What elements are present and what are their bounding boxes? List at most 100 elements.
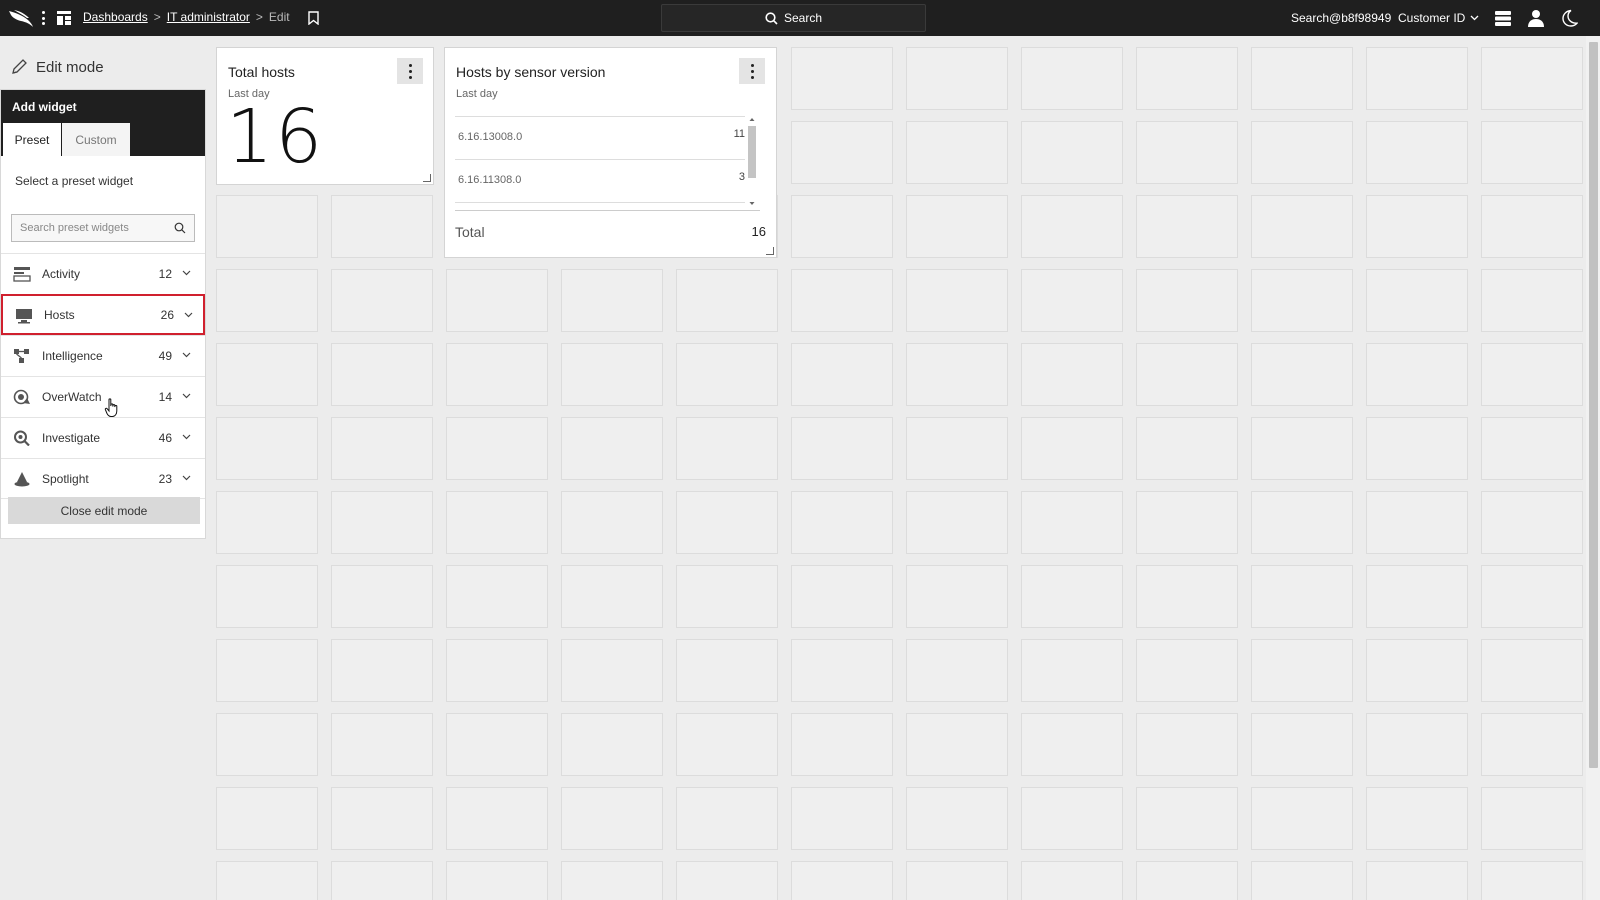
page-scrollbar[interactable]: [1586, 36, 1600, 900]
grid-placeholder-cell: [331, 565, 433, 628]
grid-placeholder-cell: [216, 565, 318, 628]
grid-placeholder-cell: [216, 343, 318, 406]
servers-icon[interactable]: [1494, 9, 1512, 27]
grid-placeholder-cell: [1251, 713, 1353, 776]
grid-placeholder-cell: [676, 787, 778, 850]
grid-placeholder-cell: [216, 639, 318, 702]
grid-placeholder-cell: [1366, 195, 1468, 258]
grid-placeholder-cell: [906, 861, 1008, 900]
add-widget-title: Add widget: [12, 100, 77, 114]
grid-placeholder-cell: [561, 787, 663, 850]
resize-handle[interactable]: [423, 174, 431, 182]
chevron-down-icon: [184, 312, 193, 318]
table-row[interactable]: 6.16.13008.0 11: [455, 117, 745, 160]
category-count: 23: [158, 471, 172, 486]
moon-icon[interactable]: [1560, 9, 1578, 27]
sensor-version: 6.16.11308.0: [458, 174, 522, 186]
sensor-version: 6.16.13008.0: [458, 131, 523, 143]
category-label: OverWatch: [42, 390, 102, 404]
grid-placeholder-cell: [561, 639, 663, 702]
grid-placeholder-cell: [791, 639, 893, 702]
category-count: 12: [158, 267, 172, 281]
grid-placeholder-cell: [791, 195, 893, 258]
grid-placeholder-cell: [1136, 417, 1238, 480]
preset-category-list: Activity 12 Hosts 26 Intelligence 49 Ove…: [1, 253, 205, 499]
preset-search-input[interactable]: Search preset widgets: [11, 214, 195, 242]
grid-placeholder-cell: [446, 417, 548, 480]
grid-placeholder-cell: [331, 343, 433, 406]
tab-custom[interactable]: Custom: [62, 123, 130, 156]
breadcrumb-separator: >: [153, 10, 161, 24]
grid-placeholder-cell: [791, 343, 893, 406]
category-label: Intelligence: [42, 349, 103, 363]
menu-dots-icon[interactable]: [40, 9, 46, 27]
grid-placeholder-cell: [791, 565, 893, 628]
grid-placeholder-cell: [1251, 491, 1353, 554]
grid-placeholder-cell: [1136, 195, 1238, 258]
grid-placeholder-cell: [1251, 565, 1353, 628]
grid-placeholder-cell: [331, 639, 433, 702]
grid-placeholder-cell: [1251, 269, 1353, 332]
category-spotlight[interactable]: Spotlight 23: [1, 458, 205, 499]
category-label: Hosts: [44, 307, 75, 322]
dashboard-grid-icon[interactable]: [57, 11, 71, 25]
table-row[interactable]: 6.16.11308.0 3: [455, 160, 745, 203]
table-scrollbar[interactable]: [747, 116, 757, 208]
widget-menu-icon[interactable]: [739, 58, 765, 84]
grid-placeholder-cell: [906, 195, 1008, 258]
activity-icon: [13, 267, 31, 282]
grid-placeholder-cell: [1481, 861, 1583, 900]
widget-menu-icon[interactable]: [397, 58, 423, 84]
select-preset-label: Select a preset widget: [15, 174, 134, 188]
grid-placeholder-cell: [331, 195, 433, 258]
tab-preset[interactable]: Preset: [3, 123, 61, 156]
grid-placeholder-cell: [906, 713, 1008, 776]
grid-placeholder-cell: [1251, 417, 1353, 480]
add-widget-panel: Add widget Preset Custom Select a preset…: [0, 89, 206, 539]
customer-id-label: Customer ID: [1398, 11, 1466, 25]
chevron-down-icon: [182, 393, 191, 399]
widget-title: Hosts by sensor version: [456, 64, 606, 80]
grid-placeholder-cell: [906, 787, 1008, 850]
resize-handle[interactable]: [766, 247, 774, 255]
customer-id-dropdown[interactable]: Customer ID: [1398, 11, 1479, 25]
grid-placeholder-cell: [1021, 713, 1123, 776]
grid-placeholder-cell: [1021, 565, 1123, 628]
grid-placeholder-cell: [1136, 639, 1238, 702]
user-icon[interactable]: [1527, 9, 1545, 27]
scrollbar-thumb[interactable]: [1589, 42, 1598, 768]
category-intelligence[interactable]: Intelligence 49: [1, 335, 205, 376]
search-label: Search: [783, 11, 823, 25]
falcon-logo-icon[interactable]: [8, 8, 34, 28]
grid-placeholder-cell: [446, 713, 548, 776]
breadcrumb-it-administrator[interactable]: IT administrator: [167, 10, 250, 24]
close-edit-mode-button[interactable]: Close edit mode: [8, 497, 200, 524]
grid-placeholder-cell: [1366, 565, 1468, 628]
top-bar: Dashboards > IT administrator > Edit Sea…: [0, 0, 1600, 36]
hosts-by-sensor-version-widget[interactable]: Hosts by sensor version Last day 6.16.13…: [444, 47, 777, 258]
grid-placeholder-cell: [446, 787, 548, 850]
breadcrumb-dashboards[interactable]: Dashboards: [83, 10, 148, 24]
bookmark-icon[interactable]: [308, 11, 319, 25]
grid-placeholder-cell: [676, 269, 778, 332]
grid-placeholder-cell: [906, 343, 1008, 406]
category-activity[interactable]: Activity 12: [1, 253, 205, 294]
edit-mode-title: Edit mode: [36, 58, 104, 76]
grid-placeholder-cell: [561, 417, 663, 480]
grid-placeholder-cell: [1481, 47, 1583, 110]
grid-placeholder-cell: [1136, 565, 1238, 628]
search-icon[interactable]: [174, 222, 186, 234]
grid-placeholder-cell: [906, 47, 1008, 110]
chevron-down-icon: [182, 270, 191, 276]
grid-placeholder-cell: [1021, 491, 1123, 554]
grid-placeholder-cell: [1021, 787, 1123, 850]
grid-placeholder-cell: [676, 861, 778, 900]
category-overwatch[interactable]: OverWatch 14: [1, 376, 205, 417]
total-hosts-widget[interactable]: Total hosts Last day 16: [216, 47, 434, 185]
chevron-down-icon: [182, 434, 191, 440]
category-investigate[interactable]: Investigate 46: [1, 417, 205, 458]
global-search-button[interactable]: Search: [661, 4, 926, 32]
grid-placeholder-cell: [791, 121, 893, 184]
category-hosts[interactable]: Hosts 26: [1, 294, 205, 335]
user-account-label[interactable]: Search@b8f98949: [1291, 11, 1391, 25]
